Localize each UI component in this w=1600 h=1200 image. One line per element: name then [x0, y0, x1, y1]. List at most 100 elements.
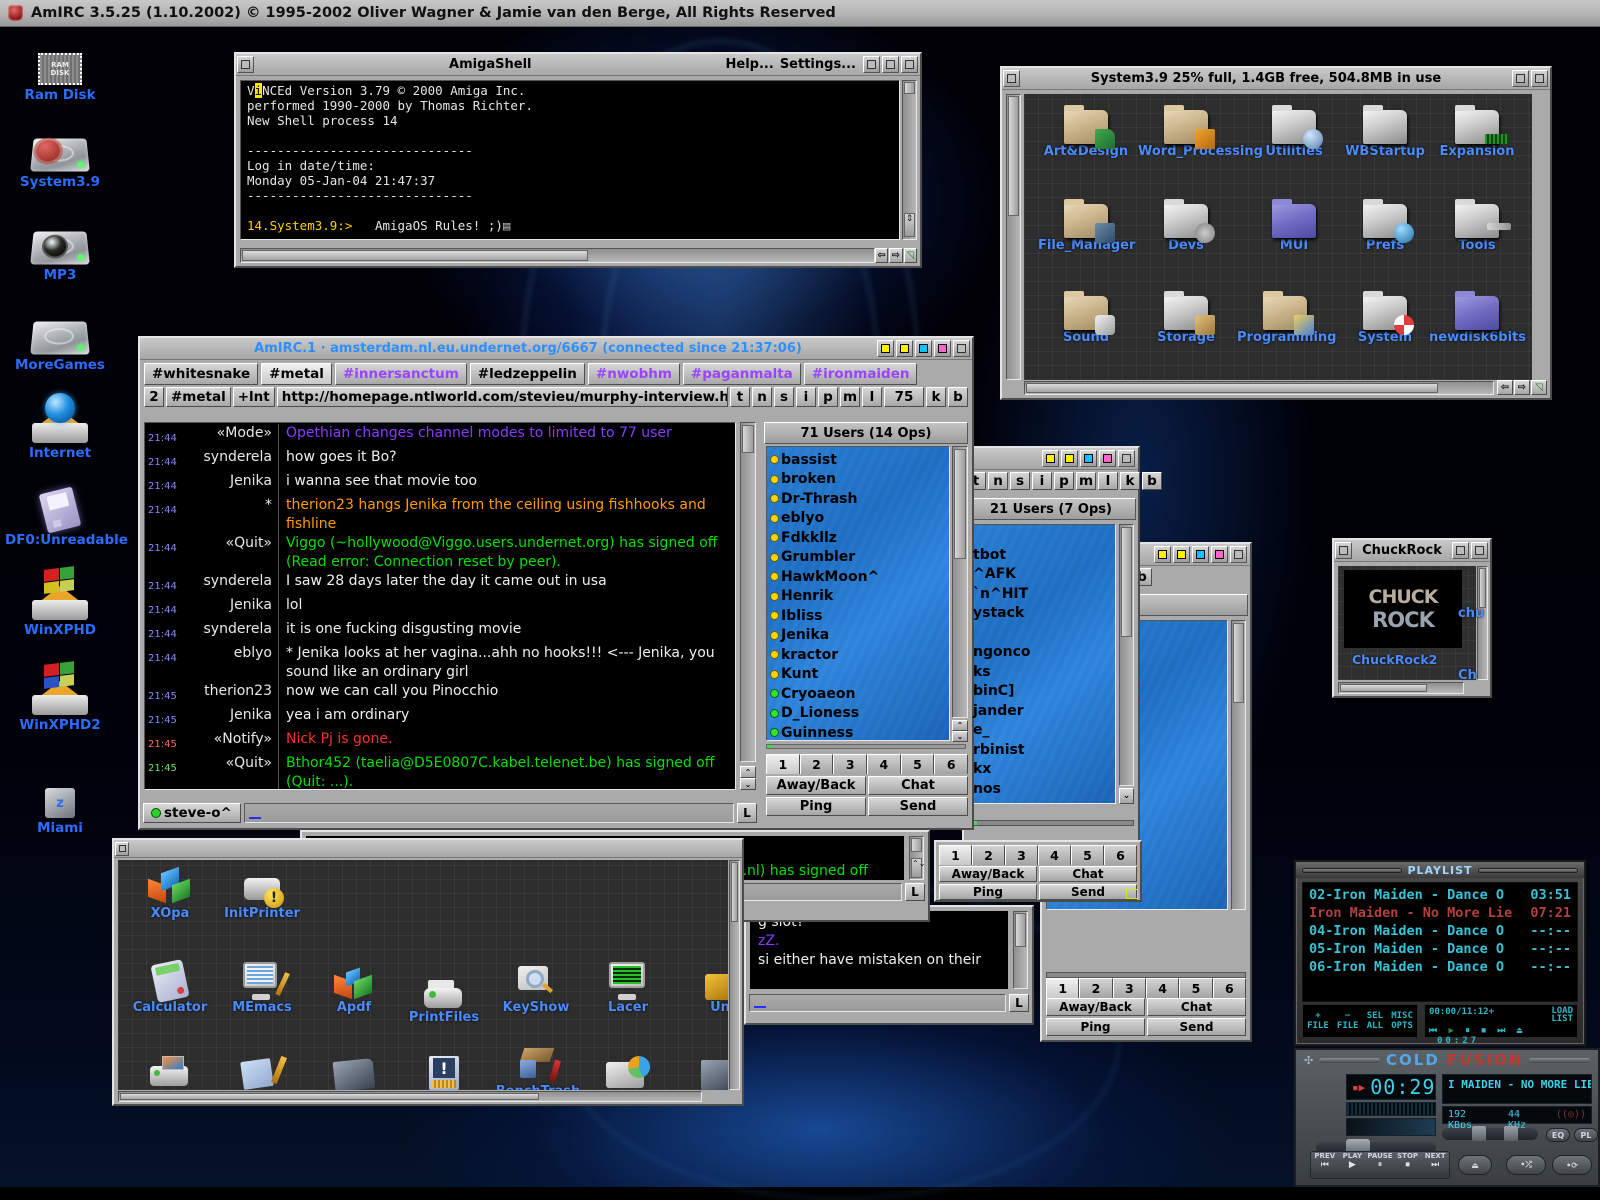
window-size-icon[interactable]	[1118, 450, 1135, 467]
amirc2-splitter[interactable]	[968, 820, 1134, 826]
window-zoom-icon[interactable]	[1452, 542, 1469, 559]
mode-b[interactable]: b	[948, 387, 968, 407]
numtab-3[interactable]: 3	[833, 754, 868, 774]
pause-button[interactable]: PAUSE ⏸	[1366, 1152, 1394, 1178]
scroll-down-icon[interactable]: ⌄	[952, 731, 968, 742]
playlist-title-bar[interactable]: PLAYLIST	[1296, 862, 1584, 878]
send-button[interactable]: Send	[868, 797, 968, 816]
ping-button[interactable]: Ping	[939, 884, 1037, 900]
tools-icon-graphicdump[interactable]: GraphicDump	[122, 1046, 218, 1090]
playlist-window[interactable]: PLAYLIST 02-Iron Maiden - Dance O 03:51 I…	[1294, 860, 1586, 1046]
desktop-icon-internet[interactable]: Internet	[5, 393, 115, 461]
user-item[interactable]: Fdkkllz	[767, 528, 949, 548]
mode-m[interactable]: m	[1076, 472, 1096, 490]
coldfusion-balance-slider[interactable]	[1442, 1126, 1538, 1141]
window-iconify-icon[interactable]	[901, 56, 918, 73]
drawer-icon-prefs[interactable]: Prefs	[1337, 194, 1433, 253]
drawer-icon-utilities[interactable]: Utilities	[1246, 100, 1342, 159]
playlist-file-buttons[interactable]: + FILE − FILE SEL ALL MISC OPTS	[1302, 1004, 1418, 1038]
tools-icon-xopa[interactable]: XOpa	[122, 862, 218, 921]
drawer-icon-expansion[interactable]: Expansion	[1429, 100, 1525, 159]
tools-icon-editpad[interactable]: EditPad	[214, 1046, 310, 1090]
window-depth-icon[interactable]	[1471, 542, 1488, 559]
user-item[interactable]: Henrik	[767, 587, 949, 607]
amirc2-userlist[interactable]: tbot ^AFK `n^HIT ystack ngonco ks binC] …	[968, 524, 1116, 804]
channel-tab-metal[interactable]: #metal	[261, 363, 332, 385]
window-size-icon[interactable]	[953, 340, 970, 357]
tools-drawer-content[interactable]: XOpa ! InitPrinter Calculator MEmacs Apd…	[118, 860, 728, 1090]
mode-s[interactable]: s	[1010, 472, 1030, 490]
user-item[interactable]: e_	[969, 721, 1115, 741]
user-item[interactable]: eblyo	[767, 509, 949, 529]
menu-help[interactable]: Help...	[726, 57, 774, 72]
channel-t[interactable]: #paganmalta	[682, 363, 801, 385]
system-drawer-content[interactable]: Art&Design Word_Processing Utilities WBS…	[1024, 94, 1532, 380]
amirc2-num-tabs[interactable]: 1 2 3 4 5 6	[939, 845, 1137, 865]
next-button[interactable]: NEXT ⏭	[1421, 1152, 1449, 1178]
lock-button[interactable]: L	[737, 803, 757, 823]
amirc-userlist-splitter[interactable]	[766, 744, 966, 749]
tools-icon-mricon[interactable]: MrIcon1.6	[306, 1046, 402, 1090]
amirc2-action-buttons[interactable]: Away/Back Chat Ping Send	[939, 866, 1137, 900]
scroll-up-icon[interactable]: ⌃	[740, 766, 756, 778]
chuckrock-content[interactable]: CHUCK ROCK ChuckRock2	[1338, 566, 1476, 680]
tools-drawer-title-bar[interactable]	[114, 840, 742, 858]
drawer-icon-devs[interactable]: Devs	[1138, 194, 1234, 253]
menu-settings[interactable]: Settings...	[780, 57, 856, 72]
scroll-up-icon[interactable]: ⌃	[952, 720, 968, 731]
play-button[interactable]: PLAY ▶	[1339, 1152, 1367, 1178]
amirc-userlist[interactable]: bassist broken Dr-Thrash eblyo Fdkkllz G…	[766, 446, 950, 741]
shuffle-button[interactable]: •⤮	[1506, 1155, 1546, 1175]
drawer-icon-newdisk6bits[interactable]: newdisk6bits	[1429, 286, 1526, 345]
user-item[interactable]: HawkMoon^	[767, 567, 949, 587]
playlist-row[interactable]: 04-Iron Maiden - Dance O --:--	[1303, 922, 1577, 940]
drawer-icon-system[interactable]: System	[1337, 286, 1433, 345]
user-item[interactable]: ystack	[969, 604, 1115, 624]
system-drawer-title-bar[interactable]: System3.9 25% full, 1.4GB free, 504.8MB …	[1002, 68, 1550, 90]
window-snapshot-icon[interactable]	[1173, 546, 1190, 563]
window-close-icon[interactable]	[115, 841, 129, 856]
numtab-5[interactable]: 5	[1071, 845, 1104, 865]
numtab-2[interactable]: 2	[799, 754, 834, 774]
mode-b[interactable]: b	[1142, 472, 1162, 490]
mode-m[interactable]: m	[840, 387, 860, 407]
mode-k[interactable]: k	[926, 387, 946, 407]
window-close-icon[interactable]	[1335, 542, 1352, 559]
eject-button[interactable]: ⏏	[1458, 1155, 1492, 1175]
tools-drawer-hscroll[interactable]	[118, 1091, 702, 1102]
repeat-button[interactable]: •⟳	[1552, 1155, 1592, 1175]
user-item[interactable]: kx	[969, 760, 1115, 780]
user-item[interactable]: broken	[767, 470, 949, 490]
screen-title-bar[interactable]: AmIRC 3.5.25 (1.10.2002) © 1995-2002 Oli…	[0, 0, 1600, 27]
amirc-action-buttons[interactable]: Away/Back Chat Ping Send	[766, 776, 968, 816]
amirc2-title-bar[interactable]	[964, 448, 1138, 470]
user-item[interactable]: sy	[969, 799, 1115, 803]
tools-icon-un[interactable]: Un	[672, 956, 728, 1015]
amigashell-arrows[interactable]: ⇦ ⇨ ◹	[875, 248, 917, 263]
user-item[interactable]: ngonco	[969, 643, 1115, 663]
amirc5-input-row[interactable]: L	[746, 991, 1032, 1015]
numtab-4[interactable]: 4	[1145, 978, 1180, 998]
ping-button[interactable]: Ping	[1046, 1018, 1145, 1036]
mode-i[interactable]: i	[796, 387, 816, 407]
chat-button[interactable]: Chat	[868, 776, 968, 795]
window-iconify-icon[interactable]	[1154, 546, 1171, 563]
amirc3-num-tabs[interactable]: 1 2 3 4 5 6	[1046, 978, 1246, 998]
channel-modeflag[interactable]: +lnt	[232, 387, 275, 407]
amirc-num-tabs[interactable]: 1 2 3 4 5 6	[766, 754, 969, 774]
eq-button[interactable]: EQ	[1546, 1128, 1570, 1142]
scroll-down-icon[interactable]: ⌄	[740, 778, 756, 790]
chat-button[interactable]: Chat	[1147, 998, 1246, 1016]
mode-l[interactable]: l	[1098, 472, 1118, 490]
mode-p[interactable]: p	[818, 387, 838, 407]
amigashell-window[interactable]: AmigaShell Help... Settings... ViNCEd Ve…	[234, 52, 922, 268]
user-item[interactable]: binC]	[969, 682, 1115, 702]
resize-gadget-icon[interactable]	[1126, 889, 1138, 899]
user-item[interactable]: ^AFK	[969, 565, 1115, 585]
amirc4-vscroll[interactable]: ⌃⌄	[909, 836, 925, 880]
drawer-icon-tools[interactable]: Tools	[1429, 194, 1525, 253]
user-item[interactable]: jander	[969, 701, 1115, 721]
channel-tab-whitesnake[interactable]: #whitesnake	[144, 363, 259, 385]
numtab-2[interactable]: 2	[1079, 978, 1113, 998]
desktop-icon-system39[interactable]: System3.9	[5, 122, 115, 190]
